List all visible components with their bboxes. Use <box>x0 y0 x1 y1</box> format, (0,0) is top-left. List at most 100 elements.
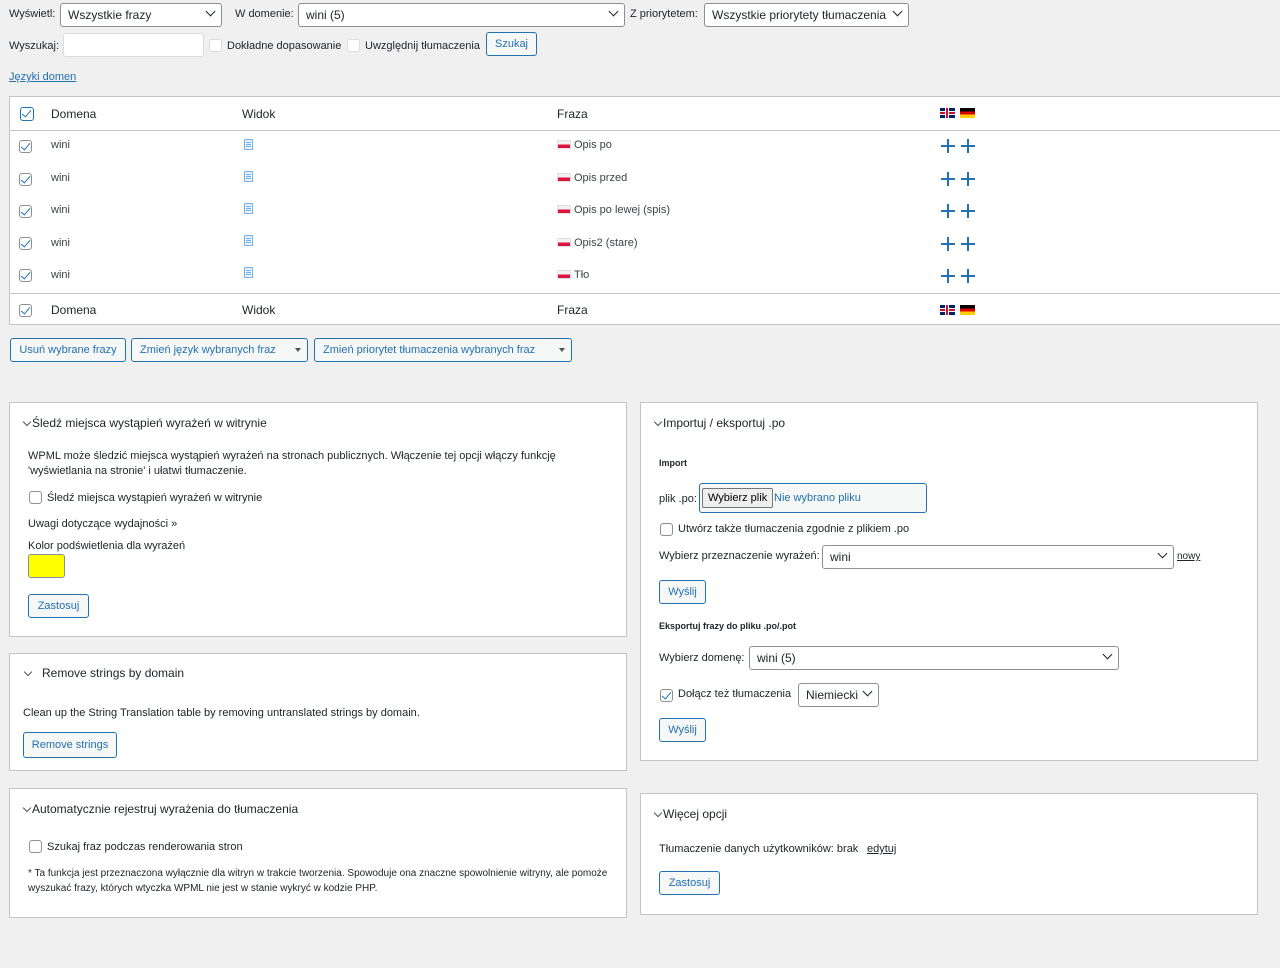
remove-panel-title[interactable]: Remove strings by domain <box>42 666 184 680</box>
track-panel-title[interactable]: Śledź miejsca wystąpień wyrażeń w witryn… <box>32 416 267 430</box>
row-checkbox[interactable] <box>19 173 32 186</box>
edit-link[interactable]: edytuj <box>867 842 896 857</box>
view-document-icon[interactable] <box>244 171 253 182</box>
header-divider <box>10 130 1280 131</box>
flag-polish-icon <box>557 205 571 214</box>
row-checkbox[interactable] <box>19 269 32 282</box>
exact-match-checkbox[interactable] <box>209 39 222 52</box>
add-translation-de-icon[interactable] <box>961 204 975 218</box>
search-button[interactable]: Szukaj <box>486 32 537 56</box>
auto-panel-title[interactable]: Automatycznie rejestruj wyrażenia do tłu… <box>32 802 298 816</box>
track-panel-description: WPML może śledzić miejsca wystąpień wyra… <box>28 450 556 477</box>
import-export-panel: Importuj / eksportuj .po Import plik .po… <box>640 402 1258 761</box>
chevron-down-icon <box>1157 548 1168 559</box>
flag-german-icon <box>960 108 975 118</box>
footer-header-domain[interactable]: Domena <box>51 303 96 317</box>
change-priority-button[interactable]: Zmień priorytet tłumaczenia wybranych fr… <box>314 338 572 362</box>
row-checkbox[interactable] <box>19 140 32 153</box>
import-panel-title[interactable]: Importuj / eksportuj .po <box>663 416 785 430</box>
choose-domain-label: Wybierz domenę: <box>659 652 745 664</box>
track-apply-button[interactable]: Zastosuj <box>28 594 89 618</box>
auto-register-note: * Ta funkcja jest przeznaczona wyłącznie… <box>28 868 608 894</box>
priority-select[interactable]: Wszystkie priorytety tłumaczenia <box>704 3 909 27</box>
view-document-icon[interactable] <box>244 139 253 150</box>
flag-polish-icon <box>557 173 571 182</box>
choose-file-button[interactable]: Wybierz plik <box>702 488 774 508</box>
row-phrase-text: Opis po lewej (spis) <box>574 204 670 216</box>
view-document-icon[interactable] <box>244 267 253 278</box>
row-domain: wini <box>51 237 70 249</box>
file-status: Nie wybrano pliku <box>774 492 861 504</box>
domain-select[interactable]: wini (5) <box>298 3 625 27</box>
row-domain: wini <box>51 172 70 184</box>
track-strings-checkbox[interactable] <box>29 491 42 504</box>
collapse-chevron-icon[interactable] <box>22 803 32 813</box>
po-file-input[interactable]: Wybierz plik Nie wybrano pliku <box>699 483 927 513</box>
priority-label: Z priorytetem: <box>630 8 698 20</box>
column-header-domain[interactable]: Domena <box>51 107 96 121</box>
domain-languages-link[interactable]: Języki domen <box>9 71 76 83</box>
view-document-icon[interactable] <box>244 235 253 246</box>
row-phrase: Opis po <box>557 139 612 151</box>
flag-german-icon <box>960 305 975 315</box>
add-translation-en-icon[interactable] <box>941 172 955 186</box>
export-domain-select[interactable]: wini (5) <box>749 646 1119 670</box>
performance-notes-link[interactable]: Uwagi dotyczące wydajności » <box>28 517 177 532</box>
add-translation-de-icon[interactable] <box>961 237 975 251</box>
change-language-label: Zmień język wybranych fraz <box>140 344 276 356</box>
more-options-panel: Więcej opcji Tłumaczenie danych użytkown… <box>640 793 1258 915</box>
column-header-phrase[interactable]: Fraza <box>557 107 588 121</box>
export-domain-value: wini (5) <box>757 651 796 665</box>
more-apply-button[interactable]: Zastosuj <box>659 871 720 895</box>
change-language-button[interactable]: Zmień język wybranych fraz <box>131 338 308 362</box>
display-select[interactable]: Wszystkie frazy <box>60 3 222 27</box>
collapse-chevron-icon[interactable] <box>653 417 663 427</box>
add-translation-de-icon[interactable] <box>961 139 975 153</box>
priority-select-value: Wszystkie priorytety tłumaczenia <box>712 8 887 22</box>
add-translation-en-icon[interactable] <box>941 204 955 218</box>
footer-divider <box>10 293 1280 294</box>
create-translations-label: Utwórz także tłumaczenia zgodnie z pliki… <box>678 523 910 535</box>
row-domain: wini <box>51 204 70 216</box>
remove-strings-button[interactable]: Remove strings <box>23 732 117 758</box>
chevron-down-icon <box>205 6 216 17</box>
row-phrase-text: Opis2 (stare) <box>574 237 638 249</box>
row-phrase-text: Opis po <box>574 139 612 151</box>
add-translation-en-icon[interactable] <box>941 269 955 283</box>
row-phrase: Opis2 (stare) <box>557 237 638 249</box>
search-input[interactable] <box>63 33 204 57</box>
export-language-select[interactable]: Niemiecki <box>798 683 879 707</box>
row-checkbox[interactable] <box>19 205 32 218</box>
add-translation-de-icon[interactable] <box>961 269 975 283</box>
delete-selected-button[interactable]: Usuń wybrane frazy <box>10 338 126 362</box>
collapse-chevron-icon[interactable] <box>23 667 33 677</box>
new-domain-link[interactable]: nowy <box>1177 549 1200 564</box>
footer-header-phrase[interactable]: Fraza <box>557 303 588 317</box>
row-checkbox[interactable] <box>19 237 32 250</box>
include-translations-checkbox[interactable] <box>347 39 360 52</box>
flag-english-icon <box>940 305 955 315</box>
dropdown-arrow-icon <box>295 348 301 352</box>
collapse-chevron-icon[interactable] <box>653 808 663 818</box>
import-send-button[interactable]: Wyślij <box>659 580 706 604</box>
flag-polish-icon <box>557 140 571 149</box>
add-translation-en-icon[interactable] <box>941 139 955 153</box>
dropdown-arrow-icon <box>559 348 565 352</box>
target-select[interactable]: wini <box>822 545 1174 569</box>
highlight-color-swatch[interactable] <box>28 554 65 578</box>
flag-polish-icon <box>557 270 571 279</box>
view-document-icon[interactable] <box>244 203 253 214</box>
create-translations-checkbox[interactable] <box>660 523 673 536</box>
row-domain: wini <box>51 139 70 151</box>
export-send-button[interactable]: Wyślij <box>659 718 706 742</box>
collapse-chevron-icon[interactable] <box>22 417 32 427</box>
select-all-footer-checkbox[interactable] <box>19 304 32 317</box>
auto-register-checkbox[interactable] <box>29 840 42 853</box>
add-translation-de-icon[interactable] <box>961 172 975 186</box>
include-translations-export-checkbox[interactable] <box>660 689 673 702</box>
select-all-checkbox[interactable] <box>20 107 34 121</box>
chevron-down-icon <box>1102 649 1113 660</box>
column-header-view: Widok <box>242 107 276 121</box>
more-panel-title[interactable]: Więcej opcji <box>663 807 727 821</box>
add-translation-en-icon[interactable] <box>941 237 955 251</box>
